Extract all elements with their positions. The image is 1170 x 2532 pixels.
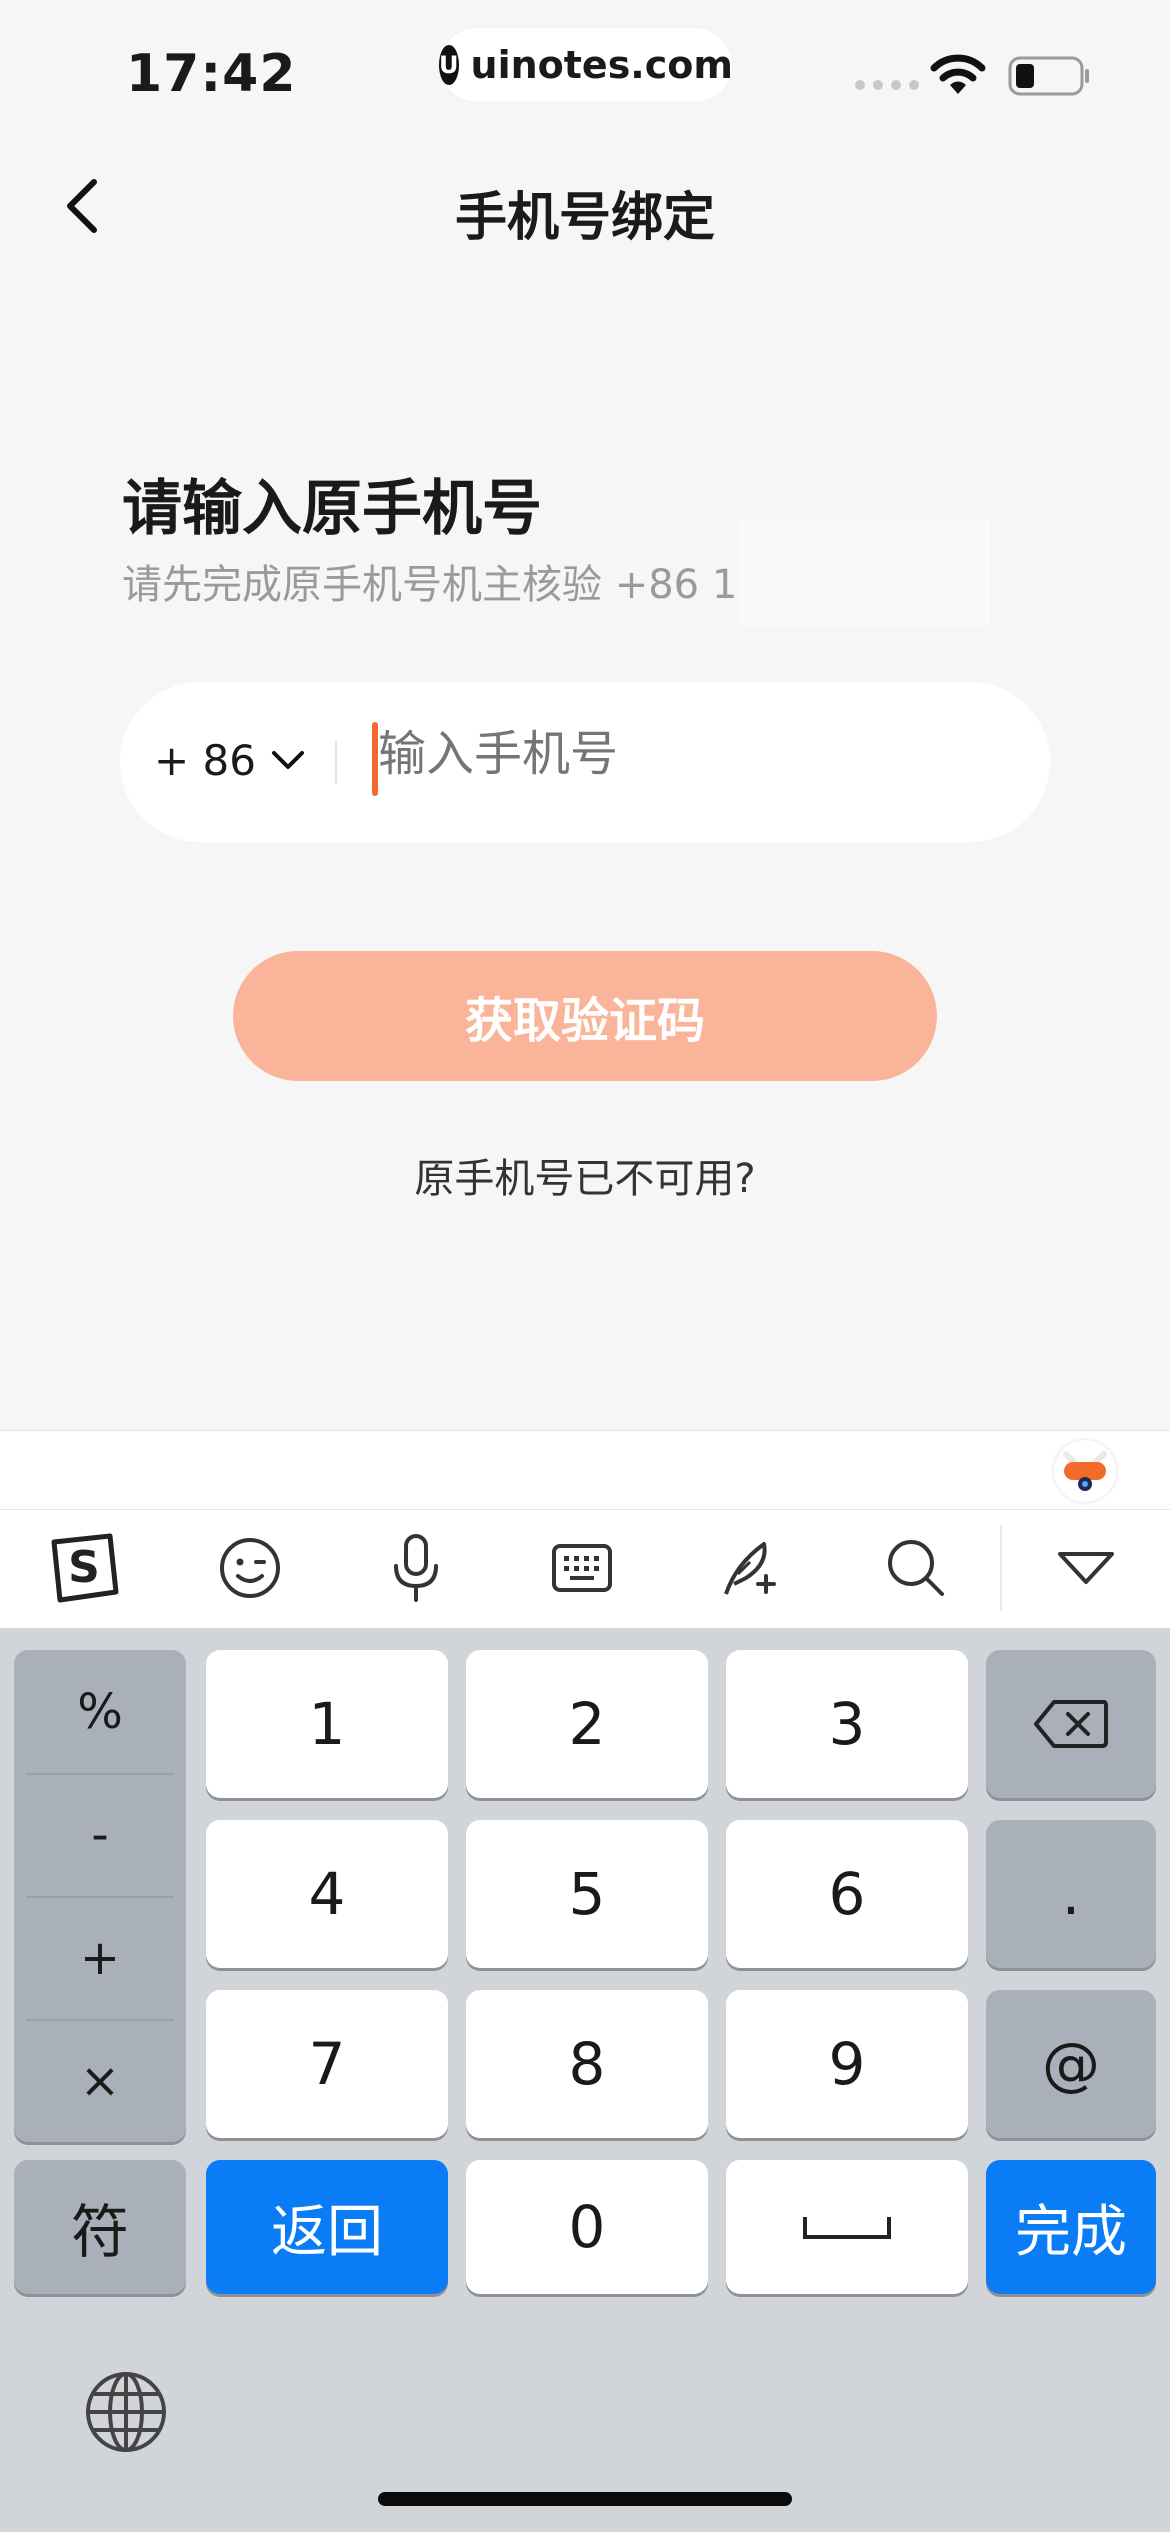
key-at[interactable]: @ — [986, 1990, 1156, 2138]
collapse-keyboard-icon[interactable] — [1036, 1525, 1136, 1611]
microphone-icon[interactable] — [366, 1525, 466, 1611]
country-code-label: + 86 — [154, 736, 256, 785]
search-icon[interactable] — [866, 1525, 966, 1611]
toolbar-divider — [1000, 1525, 1002, 1611]
country-code-selector[interactable]: + 86 — [154, 736, 306, 785]
site-url-pill: U uinotes.com — [439, 28, 733, 102]
masked-number-overlay — [740, 520, 990, 626]
status-time: 17:42 — [126, 44, 297, 104]
svg-text:S: S — [68, 1542, 100, 1593]
section-heading: 请输入原手机号 — [122, 474, 542, 544]
delete-key[interactable] — [986, 1650, 1156, 1798]
number-unavailable-link[interactable]: 原手机号已不可用? — [0, 1146, 1170, 1204]
cellular-signal-icon — [855, 80, 919, 90]
key-plus[interactable]: + — [14, 1896, 186, 2019]
backspace-icon — [1034, 1700, 1108, 1748]
globe-icon[interactable] — [84, 2370, 168, 2458]
battery-icon — [1008, 56, 1092, 100]
space-icon — [803, 2217, 891, 2239]
chevron-down-icon — [272, 750, 304, 769]
page-title: 手机号绑定 — [454, 188, 715, 248]
key-3[interactable]: 3 — [726, 1650, 968, 1798]
key-1[interactable]: 1 — [206, 1650, 448, 1798]
keyboard-suggestion-bar — [0, 1430, 1170, 1509]
wifi-icon — [930, 54, 986, 102]
space-key[interactable] — [726, 2160, 968, 2294]
verification-hint: 请先完成原手机号机主核验 +86 1 — [122, 562, 738, 608]
key-7[interactable]: 7 — [206, 1990, 448, 2138]
home-indicator — [378, 2492, 792, 2506]
get-verification-code-button[interactable]: 获取验证码 — [233, 951, 937, 1081]
done-key[interactable]: 完成 — [986, 2160, 1156, 2294]
key-9[interactable]: 9 — [726, 1990, 968, 2138]
key-percent[interactable]: % — [14, 1650, 186, 1773]
handwriting-icon[interactable] — [700, 1525, 800, 1611]
input-divider — [335, 740, 337, 784]
key-6[interactable]: 6 — [726, 1820, 968, 1968]
key-0[interactable]: 0 — [466, 2160, 708, 2294]
symbol-key[interactable]: 符 — [14, 2160, 186, 2294]
site-logo-icon: U — [439, 45, 459, 85]
key-2[interactable]: 2 — [466, 1650, 708, 1798]
keyboard-icon[interactable] — [532, 1525, 632, 1611]
key-4[interactable]: 4 — [206, 1820, 448, 1968]
keyboard-mascot-icon[interactable] — [1054, 1440, 1116, 1502]
emoji-icon[interactable] — [200, 1525, 300, 1611]
site-url: uinotes.com — [470, 43, 733, 87]
key-8[interactable]: 8 — [466, 1990, 708, 2138]
return-key[interactable]: 返回 — [206, 2160, 448, 2294]
symbol-column: % - + × — [14, 1650, 186, 2142]
key-dot[interactable]: . — [986, 1820, 1156, 1968]
key-5[interactable]: 5 — [466, 1820, 708, 1968]
sogou-logo-icon[interactable]: S — [34, 1525, 134, 1611]
key-times[interactable]: × — [14, 2019, 186, 2142]
key-minus[interactable]: - — [14, 1773, 186, 1896]
phone-number-input[interactable] — [378, 726, 978, 782]
text-cursor — [372, 722, 378, 796]
